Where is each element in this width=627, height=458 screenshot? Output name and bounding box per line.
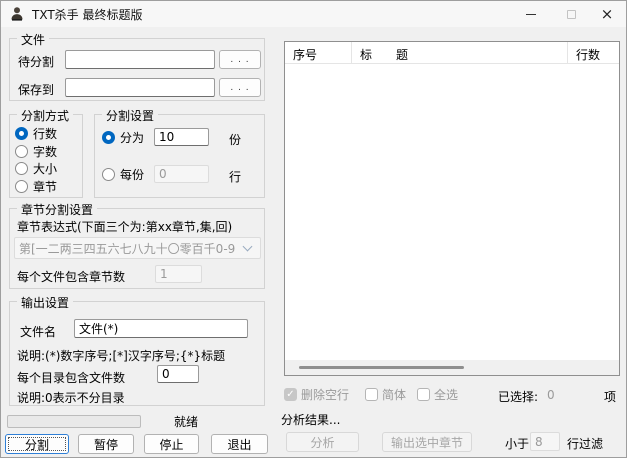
chapter-expression-combobox: 第[一二两三四五六七八九十〇零百千0-9 bbox=[14, 237, 261, 259]
chapter-settings-label: 章节分割设置 bbox=[17, 201, 97, 218]
split-method-label: 分割方式 bbox=[17, 107, 73, 124]
stop-button[interactable]: 停止 bbox=[144, 434, 199, 454]
minimize-button[interactable] bbox=[514, 1, 548, 27]
maximize-button bbox=[554, 1, 588, 27]
radio-split-into-icon bbox=[102, 131, 115, 144]
analyze-button: 分析 bbox=[286, 432, 359, 452]
window-title: TXT杀手 最终标题版 bbox=[32, 6, 143, 23]
per-part-input bbox=[154, 165, 209, 183]
titlebar[interactable]: TXT杀手 最终标题版 × bbox=[1, 1, 626, 27]
radio-chapter[interactable]: 章节 bbox=[15, 178, 57, 195]
save-to-browse-button[interactable]: . . . bbox=[219, 78, 261, 97]
radio-lines[interactable]: 行数 bbox=[15, 125, 57, 142]
column-title[interactable]: 标 题 bbox=[352, 42, 568, 63]
analysis-status: 分析结果... bbox=[281, 411, 340, 428]
list-body[interactable] bbox=[285, 64, 619, 346]
column-lines[interactable]: 行数 bbox=[568, 42, 619, 63]
radio-per-part-icon bbox=[102, 168, 115, 181]
radio-per-part[interactable]: 每份 bbox=[102, 166, 144, 183]
simplified-label: 简体 bbox=[382, 386, 406, 403]
remove-empty-lines-check-icon bbox=[284, 388, 297, 401]
chapter-settings-group: 章节分割设置 章节表达式(下面三个为:第xx章节,集,回) 第[一二两三四五六七… bbox=[9, 208, 265, 289]
close-icon: × bbox=[601, 7, 614, 22]
save-to-input[interactable] bbox=[65, 78, 215, 97]
chapter-expression-hint: 章节表达式(下面三个为:第xx章节,集,回) bbox=[17, 218, 232, 235]
checkbox-select-all: 全选 bbox=[417, 386, 458, 403]
app-icon bbox=[9, 6, 25, 22]
remove-empty-lines-label: 删除空行 bbox=[301, 386, 349, 403]
column-index[interactable]: 序号 bbox=[285, 42, 352, 63]
selected-label: 已选择: bbox=[498, 388, 538, 405]
radio-chapter-label: 章节 bbox=[33, 178, 57, 195]
close-button[interactable]: × bbox=[590, 1, 624, 27]
files-per-dir-label: 每个目录包含文件数 bbox=[17, 369, 125, 386]
filter-prefix-label: 小于 bbox=[505, 435, 529, 452]
export-selected-button: 输出选中章节 bbox=[382, 432, 472, 452]
minimize-icon bbox=[526, 14, 536, 15]
split-settings-group: 分割设置 分为 份 每份 行 bbox=[94, 114, 265, 198]
progress-bar bbox=[7, 415, 141, 428]
dir-note: 说明:0表示不分目录 bbox=[17, 389, 125, 406]
select-all-label: 全选 bbox=[434, 386, 458, 403]
radio-chapter-icon bbox=[15, 180, 28, 193]
app-window: TXT杀手 最终标题版 × 文件 待分割 . . . 保存到 . . . 分割方… bbox=[0, 0, 627, 458]
radio-split-into[interactable]: 分为 bbox=[102, 129, 144, 146]
select-all-check-icon bbox=[417, 388, 430, 401]
checkbox-simplified: 简体 bbox=[365, 386, 406, 403]
list-header[interactable]: 序号 标 题 行数 bbox=[285, 42, 619, 64]
status-text: 就绪 bbox=[174, 413, 198, 430]
filter-lines-input bbox=[530, 432, 560, 451]
split-button[interactable]: 分割 bbox=[5, 434, 69, 454]
radio-size-label: 大小 bbox=[33, 160, 57, 177]
radio-per-part-label: 每份 bbox=[120, 166, 144, 183]
filename-input[interactable] bbox=[74, 319, 248, 338]
radio-chars[interactable]: 字数 bbox=[15, 143, 57, 160]
split-settings-label: 分割设置 bbox=[102, 107, 158, 124]
radio-size-icon bbox=[15, 162, 28, 175]
pause-button[interactable]: 暂停 bbox=[78, 434, 134, 454]
horizontal-scrollbar[interactable] bbox=[285, 360, 619, 375]
save-to-label: 保存到 bbox=[18, 81, 54, 98]
split-method-group: 分割方式 行数 字数 大小 章节 bbox=[9, 114, 83, 198]
chapter-list: 序号 标 题 行数 bbox=[284, 41, 620, 376]
output-settings-group: 输出设置 文件名 说明:(*)数字序号;[*]汉字序号;{*}标题 每个目录包含… bbox=[9, 301, 265, 406]
selected-unit: 项 bbox=[604, 388, 616, 405]
file-group-label: 文件 bbox=[17, 31, 49, 48]
radio-chars-label: 字数 bbox=[33, 143, 57, 160]
chapters-per-file-label: 每个文件包含章节数 bbox=[17, 268, 125, 285]
maximize-icon bbox=[567, 10, 576, 19]
simplified-check-icon bbox=[365, 388, 378, 401]
radio-lines-icon bbox=[15, 127, 28, 140]
filename-note: 说明:(*)数字序号;[*]汉字序号;{*}标题 bbox=[17, 347, 225, 364]
chevron-down-icon bbox=[243, 241, 253, 251]
files-per-dir-input[interactable] bbox=[157, 365, 199, 383]
file-group: 文件 待分割 . . . 保存到 . . . bbox=[9, 38, 265, 101]
output-settings-label: 输出设置 bbox=[17, 294, 73, 311]
scrollbar-thumb[interactable] bbox=[299, 366, 464, 369]
radio-size[interactable]: 大小 bbox=[15, 160, 57, 177]
source-browse-button[interactable]: . . . bbox=[219, 50, 261, 69]
chapter-expression-value: 第[一二两三四五六七八九十〇零百千0-9 bbox=[15, 240, 240, 257]
exit-button[interactable]: 退出 bbox=[211, 434, 268, 454]
filename-label: 文件名 bbox=[20, 323, 56, 340]
source-file-label: 待分割 bbox=[18, 53, 54, 70]
split-into-input[interactable] bbox=[154, 128, 209, 146]
checkbox-remove-empty-lines: 删除空行 bbox=[284, 386, 349, 403]
radio-lines-label: 行数 bbox=[33, 125, 57, 142]
source-file-input[interactable] bbox=[65, 50, 215, 69]
radio-split-into-label: 分为 bbox=[120, 129, 144, 146]
selected-count: 0 bbox=[547, 388, 555, 402]
per-part-unit: 行 bbox=[229, 168, 241, 185]
chapters-per-file-input bbox=[155, 265, 202, 283]
filter-suffix-label: 行过滤 bbox=[567, 435, 603, 452]
split-into-unit: 份 bbox=[229, 131, 241, 148]
radio-chars-icon bbox=[15, 145, 28, 158]
